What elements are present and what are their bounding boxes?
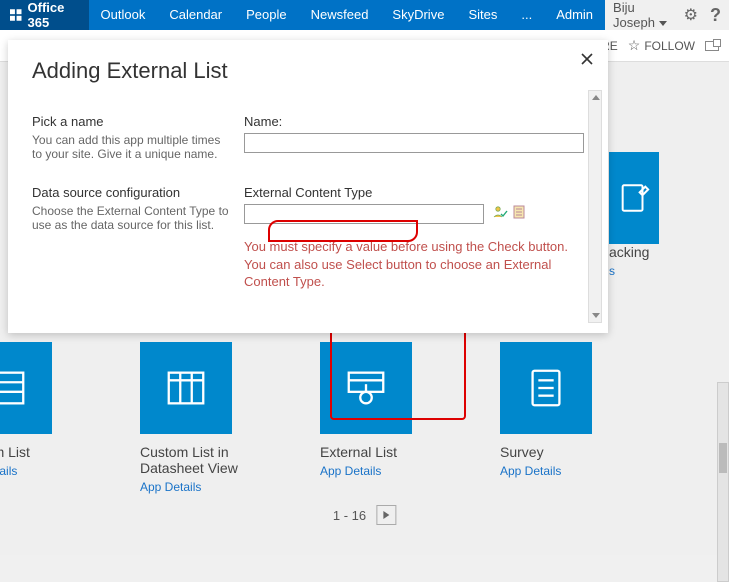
tile-link[interactable]: App Details: [140, 480, 290, 494]
suite-link-more[interactable]: ...: [509, 0, 544, 30]
tile-link[interactable]: App Details: [0, 464, 110, 478]
chevron-right-icon: [382, 511, 390, 519]
browse-ect-icon: [512, 204, 528, 220]
suite-link-admin[interactable]: Admin: [544, 0, 605, 30]
check-names-icon: [492, 204, 508, 220]
external-list-icon: [343, 365, 389, 411]
suite-links: Outlook Calendar People Newsfeed SkyDriv…: [89, 0, 606, 30]
follow-button[interactable]: ☆ FOLLOW: [628, 37, 695, 54]
suite-link-outlook[interactable]: Outlook: [89, 0, 158, 30]
ect-label: External Content Type: [244, 185, 584, 200]
suite-right: Biju Joseph ⚙ ?: [605, 0, 729, 30]
survey-icon: [523, 365, 569, 411]
ds-config-sub: Choose the External Content Type to use …: [32, 204, 232, 232]
page-scrollbar[interactable]: [717, 382, 729, 582]
pick-name-head: Pick a name: [32, 114, 232, 129]
pager-range: 1 - 16: [333, 508, 366, 523]
tile-title: External List: [320, 444, 470, 460]
tile-survey[interactable]: Survey App Details: [500, 342, 650, 494]
suite-bar: Office 365 Outlook Calendar People Newsf…: [0, 0, 729, 30]
partial-background-tile: acking s: [609, 152, 659, 278]
name-input[interactable]: [244, 133, 584, 153]
select-ect-button[interactable]: [512, 204, 528, 220]
tile-title: Custom List: [0, 444, 110, 460]
suite-link-skydrive[interactable]: SkyDrive: [380, 0, 456, 30]
ect-input[interactable]: [244, 204, 484, 224]
bg-tile-link-partial[interactable]: s: [609, 264, 659, 278]
name-field-label: Name:: [244, 114, 584, 129]
help-icon[interactable]: ?: [706, 5, 729, 26]
close-icon: [580, 52, 594, 66]
user-menu[interactable]: Biju Joseph: [605, 0, 676, 30]
tile-link[interactable]: App Details: [500, 464, 650, 478]
suite-link-newsfeed[interactable]: Newsfeed: [299, 0, 381, 30]
custom-list-icon: [0, 365, 29, 411]
star-icon: ☆: [628, 37, 641, 54]
check-name-button[interactable]: [492, 204, 508, 220]
dialog-title: Adding External List: [32, 58, 584, 84]
issue-tracking-icon: [617, 181, 651, 215]
suite-link-people[interactable]: People: [234, 0, 298, 30]
office-logo-icon: [10, 8, 22, 22]
tile-title: Survey: [500, 444, 650, 460]
adding-external-list-dialog: Adding External List Pick a name You can…: [8, 40, 608, 333]
app-tile-row: Custom List App Details Custom List in D…: [0, 342, 650, 494]
brand: Office 365: [0, 0, 89, 30]
dialog-close-button[interactable]: [580, 52, 594, 71]
ect-validation-message: You must specify a value before using th…: [244, 238, 584, 291]
tile-link[interactable]: App Details: [320, 464, 470, 478]
bg-tile-title-partial: acking: [609, 244, 659, 260]
focus-content-icon[interactable]: [705, 41, 719, 51]
pager: 1 - 16: [333, 505, 396, 525]
suite-link-sites[interactable]: Sites: [456, 0, 509, 30]
pick-name-sub: You can add this app multiple times to y…: [32, 133, 232, 161]
suite-link-calendar[interactable]: Calendar: [157, 0, 234, 30]
datasheet-icon: [163, 365, 209, 411]
tile-external-list[interactable]: External List App Details: [320, 342, 470, 494]
brand-label: Office 365: [28, 0, 79, 30]
follow-label: FOLLOW: [644, 39, 695, 53]
gear-icon[interactable]: ⚙: [676, 5, 706, 25]
tile-custom-list-datasheet[interactable]: Custom List in Datasheet View App Detail…: [140, 342, 290, 494]
ds-config-head: Data source configuration: [32, 185, 232, 200]
tile-custom-list[interactable]: Custom List App Details: [0, 342, 110, 494]
tile-title: Custom List in Datasheet View: [140, 444, 290, 476]
pager-next-button[interactable]: [376, 505, 396, 525]
dialog-scrollbar[interactable]: [588, 90, 602, 323]
